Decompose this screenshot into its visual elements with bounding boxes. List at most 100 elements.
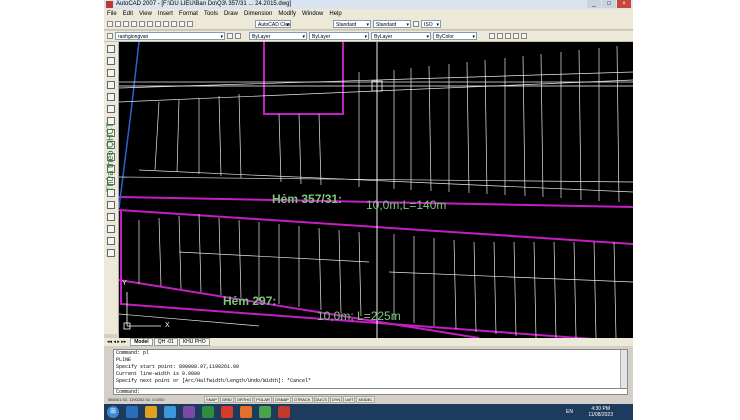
drawing-area[interactable]: Hẻm 357/31: 10,0m;L=140m Hẻm 297: 10,0m;… [119, 42, 633, 338]
menu-modify[interactable]: Modify [275, 9, 299, 19]
folder-icon[interactable] [145, 406, 157, 418]
title-bar: AutoCAD 2007 - [F:\DU LIEU\Ban Do\Q3\ 35… [104, 0, 633, 9]
menu-insert[interactable]: Insert [155, 9, 176, 19]
street-label-297: Hẻm 297: [223, 294, 277, 308]
street-label-357: Hẻm 357/31: [272, 192, 343, 206]
app-icon[interactable] [259, 406, 271, 418]
table-style-icon[interactable] [413, 21, 419, 27]
parcel-lines [119, 42, 633, 338]
street-dims-297: 10,0m; L=225m [317, 309, 401, 323]
ortho-toggle[interactable]: ORTHO [234, 396, 254, 403]
menu-view[interactable]: View [136, 9, 155, 19]
street-357-edge-lower [119, 209, 633, 245]
make-current-icon[interactable] [227, 33, 233, 39]
tab-khu-pho[interactable]: KHU PHO [178, 338, 210, 346]
copy-icon[interactable] [147, 21, 153, 27]
command-scrollbar[interactable] [620, 350, 627, 393]
text-style-select[interactable]: Standard [333, 20, 371, 28]
menu-edit[interactable]: Edit [120, 9, 136, 19]
open-icon[interactable] [115, 21, 121, 27]
region-icon[interactable] [107, 225, 115, 233]
command-line: PLINE [116, 357, 132, 363]
crosshair-cursor [119, 42, 633, 338]
table-icon[interactable] [107, 237, 115, 245]
redo-icon[interactable] [171, 21, 177, 27]
status-toggles: SNAP GRID ORTHO POLAR OSNAP OTRACK DUCS … [204, 396, 375, 403]
otrack-toggle[interactable]: OTRACK [291, 396, 313, 403]
street-dims-357: 10,0m;L=140m [366, 198, 447, 212]
menu-draw[interactable]: Draw [221, 9, 241, 19]
linetype-select[interactable]: ByLayer [309, 32, 369, 40]
autocad-app-icon [106, 1, 113, 8]
osnap-toggle[interactable]: OSNAP [272, 396, 291, 403]
gradient-icon[interactable] [107, 213, 115, 221]
dim-radius-icon[interactable] [505, 33, 511, 39]
tab-nav-arrows[interactable]: ◂◂ ◂ ▸ ▸▸ [104, 339, 129, 345]
paste-icon[interactable] [155, 21, 161, 27]
command-input[interactable]: Command: [113, 388, 628, 395]
layer-select[interactable]: ranhgiongvan [115, 32, 225, 40]
cut-icon[interactable] [139, 21, 145, 27]
layers-toolbar: ranhgiongvan ByLayer ByLayer ByLayer ByC… [104, 31, 633, 42]
menu-help[interactable]: Help [326, 9, 344, 19]
model-toggle[interactable]: MODEL [356, 396, 375, 403]
explorer-icon[interactable] [126, 406, 138, 418]
dyn-toggle[interactable]: DYN [329, 396, 343, 403]
dim-aligned-icon[interactable] [497, 33, 503, 39]
plotstyle-select[interactable]: ByColor [433, 32, 477, 40]
layer-previous-icon[interactable] [235, 33, 241, 39]
clock-date: 11/08/2023 [588, 412, 613, 418]
grid-toggle[interactable]: GRID [219, 396, 234, 403]
blue-line-lower [119, 111, 132, 209]
standard-toolbar: AutoCAD Classic Standard Standard ISO [104, 19, 633, 30]
lwt-toggle[interactable]: LWT [343, 396, 356, 403]
snap-toggle[interactable]: SNAP [204, 396, 219, 403]
command-line: Specify start point: 890008.97,1190261.0… [116, 364, 240, 370]
menu-dimension[interactable]: Dimension [241, 9, 275, 19]
new-icon[interactable] [107, 21, 113, 27]
minimize-button[interactable]: _ [587, 0, 601, 8]
system-clock[interactable]: 4:30 PM 11/08/2023 [588, 406, 613, 418]
hatch-icon[interactable] [107, 201, 115, 209]
multiline-text-icon[interactable] [107, 249, 115, 257]
mail-icon[interactable] [164, 406, 176, 418]
autocad-task-icon[interactable] [278, 406, 290, 418]
close-button[interactable]: × [617, 0, 631, 8]
save-icon[interactable] [123, 21, 129, 27]
menu-window[interactable]: Window [299, 9, 326, 19]
start-button[interactable]: ⊞ [107, 406, 119, 418]
menu-file[interactable]: File [104, 9, 120, 19]
ducs-toggle[interactable]: DUCS [313, 396, 329, 403]
layout-tabs: ◂◂ ◂ ▸ ▸▸ Model QH -01 KHU PHO [104, 338, 633, 346]
zalo-icon[interactable] [202, 406, 214, 418]
chrome-icon[interactable] [221, 406, 233, 418]
menu-tools[interactable]: Tools [201, 9, 221, 19]
lineweight-select[interactable]: ByLayer [371, 32, 431, 40]
language-indicator[interactable]: EN [566, 409, 573, 415]
zoom-icon[interactable] [187, 21, 193, 27]
color-select[interactable]: ByLayer [249, 32, 307, 40]
ucs-icon [123, 292, 161, 330]
dim-linear-icon[interactable] [489, 33, 495, 39]
command-line: Command: pl [116, 350, 150, 356]
dim-style-select[interactable]: Standard [373, 20, 411, 28]
dim-angular-icon[interactable] [513, 33, 519, 39]
tab-qh-01[interactable]: QH -01 [153, 338, 178, 346]
polar-toggle[interactable]: POLAR [254, 396, 272, 403]
layer-manager-icon[interactable] [107, 33, 113, 39]
tab-model[interactable]: Model [130, 338, 153, 346]
menu-format[interactable]: Format [176, 9, 201, 19]
pan-icon[interactable] [179, 21, 185, 27]
command-line: Current line-width is 0.0000 [116, 371, 201, 377]
app-icon[interactable] [240, 406, 252, 418]
dim-baseline-icon[interactable] [521, 33, 527, 39]
undo-icon[interactable] [163, 21, 169, 27]
workspace-select[interactable]: AutoCAD Classic [255, 20, 291, 28]
scale-select[interactable]: ISO [421, 20, 441, 28]
viber-icon[interactable] [183, 406, 195, 418]
maximize-button[interactable]: □ [602, 0, 616, 8]
coordinate-readout: 586061.92, 1190262.92, 0.0000 [108, 397, 165, 402]
window-controls: _ □ × [587, 0, 631, 8]
windows-taskbar: ⊞ EN 4:30 PM 11/08/2023 [104, 404, 633, 420]
print-icon[interactable] [131, 21, 137, 27]
